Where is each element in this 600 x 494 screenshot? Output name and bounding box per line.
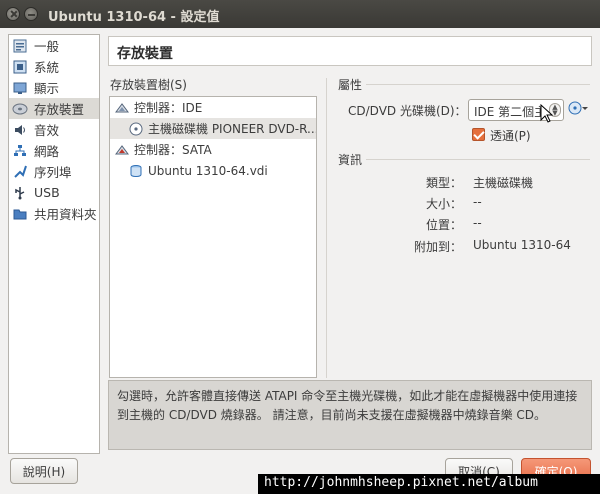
info-divider (366, 159, 590, 160)
sidebar-item-usb[interactable]: USB (9, 182, 99, 203)
info-section-title: 資訊 (338, 153, 363, 167)
system-icon (12, 59, 28, 75)
sidebar-item-label: 網路 (34, 144, 60, 159)
sidebar-item-serial-port[interactable]: 序列埠 (9, 161, 99, 182)
storage-tree[interactable]: 控制器：IDE 主機磁碟機 PIONEER DVD-R... 控制器：SATA … (109, 96, 317, 378)
tree-item-label: 控制器：IDE (134, 101, 203, 115)
cd-dvd-drive-value: IDE 第二個主 (474, 105, 547, 119)
sidebar-item-storage[interactable]: 存放裝置 (9, 98, 99, 119)
info-attached-to-label: 附加到： (413, 240, 462, 254)
tree-item-sata-controller[interactable]: 控制器：SATA (110, 139, 316, 160)
sidebar-item-label: 序列埠 (34, 165, 72, 180)
optical-disc-menu-icon (568, 100, 588, 119)
optical-disc-icon (128, 121, 144, 137)
window-title: Ubuntu 1310-64 - 設定值 (48, 10, 220, 25)
sidebar-item-general[interactable]: 一般 (9, 35, 99, 56)
sidebar-item-label: 一般 (34, 39, 60, 54)
title-bar: Ubuntu 1310-64 - 設定值 (0, 0, 600, 28)
passthrough-label[interactable]: 透通(P) (490, 127, 531, 144)
sidebar-item-display[interactable]: 顯示 (9, 77, 99, 98)
tree-item-optical-drive[interactable]: 主機磁碟機 PIONEER DVD-R... (110, 118, 316, 139)
shared-folder-icon (12, 206, 28, 222)
hard-disk-icon (128, 163, 144, 179)
choose-disc-button[interactable] (568, 100, 588, 118)
settings-window: 一般 系統 顯示 存放裝置 音效 網路 序列埠 USB 共用資料夾 存放裝置 存… (0, 28, 600, 494)
help-button[interactable]: 說明(H) (10, 458, 78, 484)
audio-icon (12, 122, 28, 138)
tree-item-ide-controller[interactable]: 控制器：IDE (110, 97, 316, 118)
tree-item-label: Ubuntu 1310-64.vdi (148, 163, 268, 178)
mouse-cursor-icon (540, 103, 554, 127)
tree-item-hard-disk[interactable]: Ubuntu 1310-64.vdi (110, 160, 316, 181)
network-icon (12, 143, 28, 159)
info-attached-to-value: Ubuntu 1310-64 (473, 238, 571, 252)
general-icon (12, 38, 28, 54)
storage-tree-label: 存放裝置樹(S) (110, 78, 187, 92)
ide-controller-icon (114, 100, 130, 116)
sidebar-item-shared-folder[interactable]: 共用資料夾 (9, 203, 99, 224)
info-location-label: 位置： (425, 218, 462, 232)
settings-sidebar: 一般 系統 顯示 存放裝置 音效 網路 序列埠 USB 共用資料夾 (8, 34, 100, 454)
sidebar-item-label: 存放裝置 (34, 102, 85, 117)
storage-icon (12, 101, 28, 117)
panel-divider (326, 78, 327, 378)
tree-item-label: 主機磁碟機 PIONEER DVD-R... (148, 122, 316, 136)
description-panel: 勾選時，允許客體直接傳送 ATAPI 命令至主機光碟機，如此才能在虛擬機器中使用… (108, 380, 592, 450)
sidebar-item-label: 顯示 (34, 81, 60, 96)
info-type-label: 類型： (425, 176, 462, 190)
close-window-button[interactable] (6, 7, 20, 21)
info-type-value: 主機磁碟機 (473, 176, 534, 190)
sata-controller-icon (114, 142, 130, 158)
sidebar-item-label: 音效 (34, 123, 60, 138)
sidebar-item-system[interactable]: 系統 (9, 56, 99, 77)
sidebar-item-audio[interactable]: 音效 (9, 119, 99, 140)
info-location-value: -- (473, 216, 482, 230)
cd-dvd-drive-label: CD/DVD 光碟機(D)： (348, 104, 467, 118)
minimize-window-button[interactable] (24, 7, 38, 21)
sidebar-item-label: USB (34, 185, 60, 200)
attributes-divider (366, 84, 590, 85)
sidebar-item-network[interactable]: 網路 (9, 140, 99, 161)
display-icon (12, 80, 28, 96)
passthrough-checkbox[interactable] (472, 128, 485, 141)
info-size-label: 大小： (425, 197, 462, 211)
tree-item-label: 控制器：SATA (134, 143, 212, 157)
attributes-section-title: 屬性 (338, 78, 363, 92)
info-size-value: -- (473, 195, 482, 209)
sidebar-item-label: 系統 (34, 60, 60, 75)
sidebar-item-label: 共用資料夾 (34, 207, 97, 222)
watermark: http://johnmhsheep.pixnet.net/album (258, 474, 600, 494)
usb-icon (12, 185, 28, 201)
page-title: 存放裝置 (108, 36, 592, 66)
serial-port-icon (12, 164, 28, 180)
